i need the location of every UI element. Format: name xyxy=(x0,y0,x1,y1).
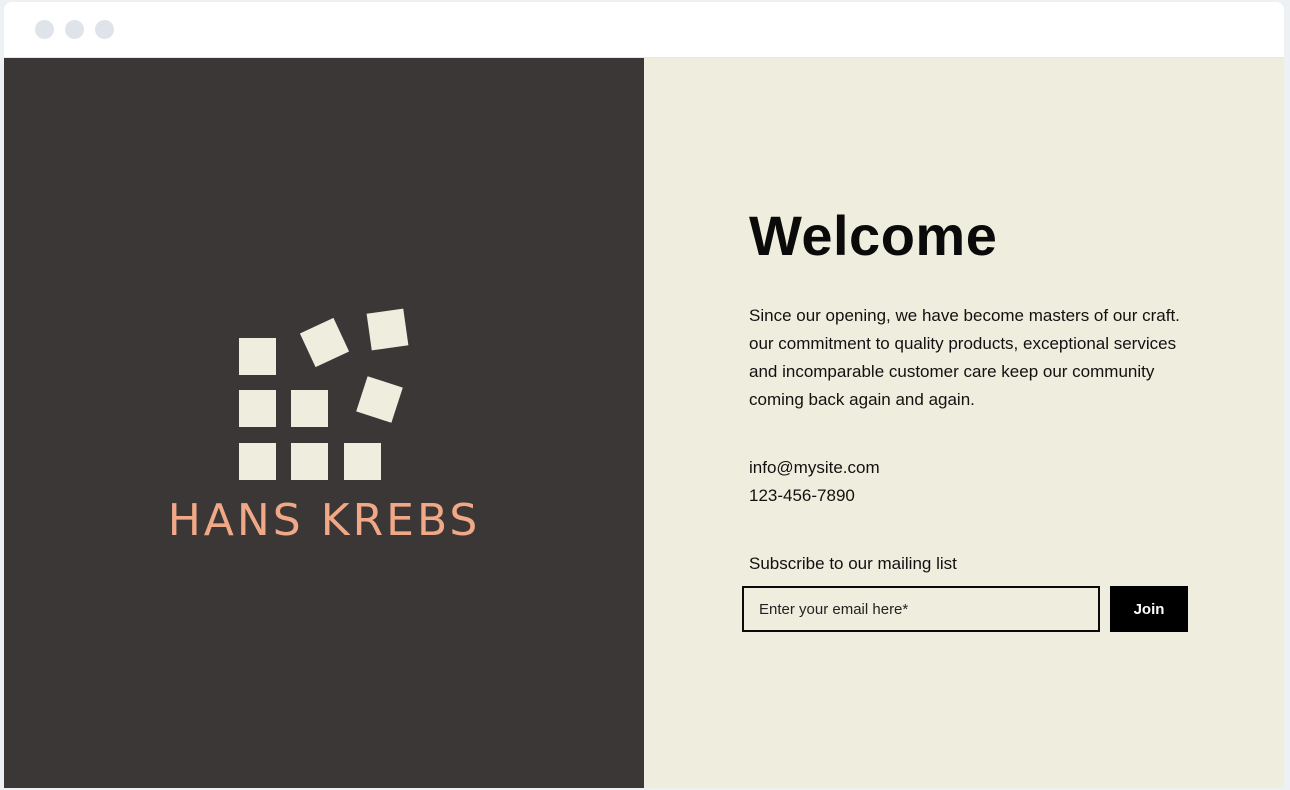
contact-email: info@mysite.com xyxy=(749,458,880,477)
logo-square xyxy=(356,376,403,423)
minimize-dot[interactable] xyxy=(65,20,84,39)
page-title: Welcome xyxy=(749,204,998,267)
subscribe-label: Subscribe to our mailing list xyxy=(749,554,957,573)
logo-square xyxy=(291,443,328,480)
logo-square xyxy=(239,390,276,427)
email-field[interactable] xyxy=(744,588,1098,630)
welcome-panel: Welcome Since our opening, we have becom… xyxy=(644,58,1284,788)
contact-info: info@mysite.com 123-456-7890 xyxy=(749,454,880,510)
maximize-dot[interactable] xyxy=(95,20,114,39)
browser-window: HANS KREBS Welcome Since our opening, we… xyxy=(4,2,1284,788)
join-button[interactable]: Join xyxy=(1110,586,1188,632)
logo-square xyxy=(344,443,381,480)
logo-square xyxy=(239,443,276,480)
email-field-box xyxy=(742,586,1100,632)
close-dot[interactable] xyxy=(35,20,54,39)
logo-square xyxy=(239,338,276,375)
window-titlebar xyxy=(4,2,1284,58)
stacked-squares-logo-icon xyxy=(239,308,409,480)
brand-panel: HANS KREBS xyxy=(4,58,644,788)
brand-name: HANS KREBS xyxy=(167,495,481,546)
intro-paragraph: Since our opening, we have become master… xyxy=(749,306,1180,409)
logo-square xyxy=(366,308,409,351)
contact-phone: 123-456-7890 xyxy=(749,486,855,505)
logo-square xyxy=(291,390,328,427)
logo-square xyxy=(299,317,350,368)
